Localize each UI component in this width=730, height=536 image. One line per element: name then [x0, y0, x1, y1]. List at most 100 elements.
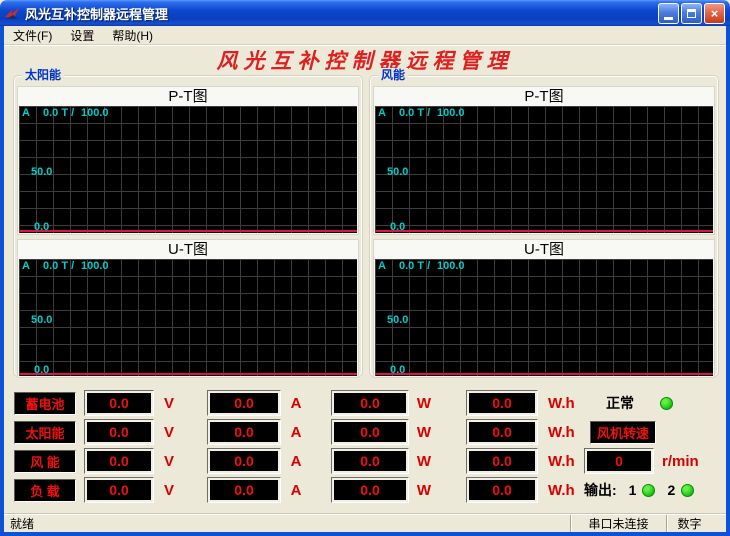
- axis-corner-label: A: [22, 107, 30, 119]
- group-wind-label: 风能: [378, 68, 408, 82]
- status-serial-connection: 串口未连接: [570, 515, 666, 532]
- close-button[interactable]: ×: [704, 3, 725, 24]
- axis-scale-label: 0.0 T /: [43, 107, 74, 119]
- axis-max-label: 100.0: [437, 260, 465, 272]
- zero-data-line: [375, 230, 713, 232]
- solar-pt-title: P-T图: [19, 88, 357, 106]
- output-2-led: [681, 484, 694, 497]
- unit-rpm: r/min: [662, 453, 699, 470]
- energy-display: 0.0: [469, 422, 535, 442]
- zero-data-line: [375, 373, 713, 375]
- reading-label: 太阳能: [14, 421, 76, 444]
- axis-max-label: 100.0: [81, 260, 109, 272]
- unit-volt: V: [154, 453, 184, 470]
- resize-grip[interactable]: [712, 515, 726, 532]
- axis-mid-label: 50.0: [31, 314, 52, 326]
- axis-corner-label: A: [22, 260, 30, 272]
- unit-volt: V: [154, 395, 184, 412]
- unit-amp: A: [281, 482, 311, 499]
- power-display: 0.0: [334, 422, 406, 442]
- output-1-number: 1: [629, 482, 637, 498]
- output-label: 输出:: [584, 480, 617, 500]
- axis-max-label: 100.0: [81, 107, 109, 119]
- group-solar: 太阳能 P-T图 A 0.0 T / 100.0 50.0 0.0: [13, 75, 363, 377]
- power-display: 0.0: [334, 480, 406, 500]
- unit-amp: A: [281, 395, 311, 412]
- unit-amp: A: [281, 424, 311, 441]
- window-frame: 文件(F) 设置 帮助(H) 风光互补控制器远程管理 太阳能 P-T图 A 0.…: [0, 26, 730, 536]
- reading-row-battery: 蓄电池 0.0 V 0.0 A 0.0 W 0.0 W.h 正常: [14, 390, 718, 416]
- unit-volt: V: [154, 424, 184, 441]
- menubar: 文件(F) 设置 帮助(H): [4, 26, 726, 45]
- solar-ut-chart: A 0.0 T / 100.0 50.0 0.0: [19, 259, 357, 376]
- client-area: 风光互补控制器远程管理 太阳能 P-T图 A 0.0 T / 100.0 50.…: [4, 45, 726, 514]
- axis-scale-label: 0.0 T /: [399, 260, 430, 272]
- unit-watt: W: [409, 424, 439, 441]
- status-num-indicator: 数字: [666, 515, 712, 532]
- unit-amp: A: [281, 453, 311, 470]
- group-wind: 风能 P-T图 A 0.0 T / 100.0 50.0 0.0: [369, 75, 719, 377]
- unit-watthour: W.h: [538, 424, 584, 441]
- unit-watt: W: [409, 453, 439, 470]
- voltage-display: 0.0: [87, 393, 151, 413]
- current-display: 0.0: [210, 480, 278, 500]
- app-icon: [4, 6, 20, 21]
- app-window: 风光互补控制器远程管理 × 文件(F) 设置 帮助(H) 风光互补控制器远程管理: [0, 0, 730, 536]
- energy-display: 0.0: [469, 393, 535, 413]
- axis-mid-label: 50.0: [31, 166, 52, 178]
- axis-mid-label: 50.0: [387, 166, 408, 178]
- wind-ut-chart: A 0.0 T / 100.0 50.0 0.0: [375, 259, 713, 376]
- status-ready: 就绪: [4, 515, 570, 532]
- solar-ut-block: U-T图 A 0.0 T / 100.0 50.0 0.0: [17, 239, 359, 378]
- menu-help[interactable]: 帮助(H): [103, 26, 162, 45]
- normal-status-label: 正常: [606, 393, 634, 413]
- window-title: 风光互补控制器远程管理: [25, 4, 658, 23]
- wind-pt-title: P-T图: [375, 88, 713, 106]
- maximize-button[interactable]: [681, 3, 702, 24]
- voltage-display: 0.0: [87, 480, 151, 500]
- axis-max-label: 100.0: [437, 107, 465, 119]
- current-display: 0.0: [210, 422, 278, 442]
- minimize-button[interactable]: [658, 3, 679, 24]
- unit-watt: W: [409, 395, 439, 412]
- energy-display: 0.0: [469, 451, 535, 471]
- wind-pt-chart: A 0.0 T / 100.0 50.0 0.0: [375, 106, 713, 233]
- menu-settings[interactable]: 设置: [61, 26, 103, 45]
- axis-corner-label: A: [378, 260, 386, 272]
- titlebar[interactable]: 风光互补控制器远程管理 ×: [0, 0, 730, 26]
- output-1-led: [642, 484, 655, 497]
- unit-watthour: W.h: [538, 482, 584, 499]
- wind-pt-block: P-T图 A 0.0 T / 100.0 50.0 0.0: [373, 86, 715, 235]
- power-display: 0.0: [334, 451, 406, 471]
- energy-display: 0.0: [469, 480, 535, 500]
- reading-label: 蓄电池: [14, 392, 76, 415]
- zero-data-line: [19, 230, 357, 232]
- normal-status-led: [660, 397, 673, 410]
- close-icon: ×: [711, 7, 719, 20]
- axis-scale-label: 0.0 T /: [399, 107, 430, 119]
- output-2-number: 2: [667, 482, 675, 498]
- current-display: 0.0: [210, 451, 278, 471]
- menu-file[interactable]: 文件(F): [4, 26, 61, 45]
- power-display: 0.0: [334, 393, 406, 413]
- unit-volt: V: [154, 482, 184, 499]
- chart-groups: 太阳能 P-T图 A 0.0 T / 100.0 50.0 0.0: [13, 75, 719, 377]
- axis-corner-label: A: [378, 107, 386, 119]
- fan-speed-label: 风机转速: [590, 421, 656, 444]
- group-solar-label: 太阳能: [22, 68, 64, 82]
- solar-ut-title: U-T图: [19, 241, 357, 259]
- current-display: 0.0: [210, 393, 278, 413]
- window-controls: ×: [658, 3, 725, 24]
- maximize-icon: [687, 9, 696, 18]
- solar-pt-block: P-T图 A 0.0 T / 100.0 50.0 0.0: [17, 86, 359, 235]
- reading-label: 负 载: [14, 479, 76, 502]
- wind-ut-title: U-T图: [375, 241, 713, 259]
- axis-scale-label: 0.0 T /: [43, 260, 74, 272]
- unit-watthour: W.h: [538, 395, 584, 412]
- reading-row-wind: 风 能 0.0 V 0.0 A 0.0 W 0.0 W.h 0 r/min: [14, 448, 718, 474]
- solar-pt-chart: A 0.0 T / 100.0 50.0 0.0: [19, 106, 357, 233]
- voltage-display: 0.0: [87, 422, 151, 442]
- unit-watt: W: [409, 482, 439, 499]
- zero-data-line: [19, 373, 357, 375]
- fan-speed-display: 0: [587, 451, 651, 471]
